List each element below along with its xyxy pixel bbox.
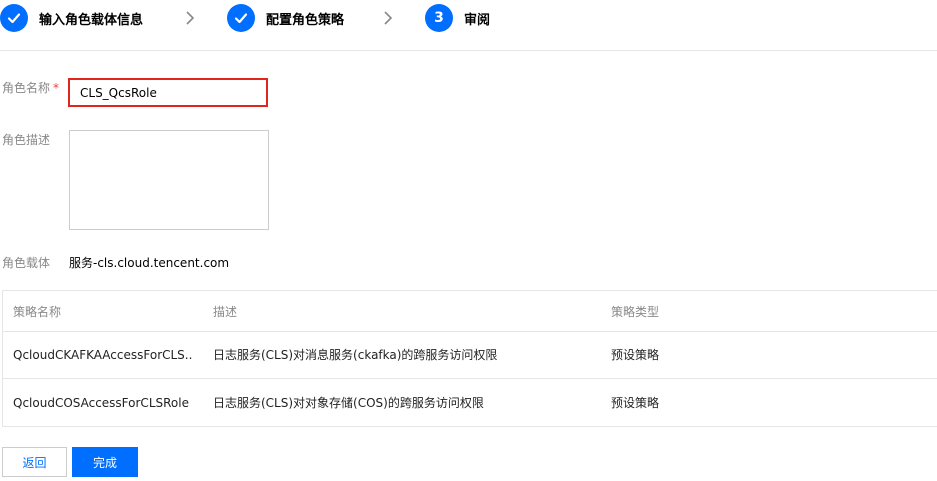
required-mark: *	[53, 81, 60, 95]
step-2-label: 配置角色策略	[266, 12, 345, 28]
role-name-value: CLS_QcsRole	[80, 85, 157, 100]
role-carrier-value: 服务-cls.cloud.tencent.com	[69, 256, 230, 270]
policy-table: 策略名称 描述 策略类型 QcloudCKAFKAAccessForCLS...…	[2, 290, 937, 427]
header-description: 描述	[213, 304, 238, 319]
role-name-label-text: 角色名称	[2, 81, 51, 95]
policy-type-cell: 预设策略	[611, 348, 660, 362]
role-carrier-label: 角色载体	[2, 256, 51, 270]
policy-description-cell: 日志服务(CLS)对消息服务(ckafka)的跨服务访问权限	[213, 348, 498, 362]
header-policy-type: 策略类型	[611, 304, 660, 319]
step-1: 输入角色载体信息	[0, 3, 143, 33]
table-row: QcloudCKAFKAAccessForCLS... 日志服务(CLS)对消息…	[3, 331, 937, 379]
step-3-label: 审阅	[464, 12, 491, 28]
step-1-check-icon	[0, 4, 28, 32]
table-header-row: 策略名称 描述 策略类型	[3, 291, 937, 332]
table-row: QcloudCOSAccessForCLSRole 日志服务(CLS)对对象存储…	[3, 379, 937, 426]
chevron-right-icon	[381, 8, 395, 28]
role-name-input[interactable]: CLS_QcsRole	[68, 78, 268, 107]
step-3-number: 3	[425, 4, 453, 32]
back-button[interactable]: 返回	[2, 447, 67, 477]
chevron-right-icon	[183, 8, 197, 28]
finish-button[interactable]: 完成	[72, 447, 138, 477]
step-1-label: 输入角色载体信息	[39, 12, 144, 28]
policy-name-cell: QcloudCKAFKAAccessForCLS...	[13, 347, 193, 362]
role-description-label: 角色描述	[2, 133, 51, 147]
step-2-check-icon	[227, 4, 255, 32]
header-policy-name: 策略名称	[13, 304, 62, 319]
role-description-textarea[interactable]	[69, 130, 269, 230]
policy-name-cell: QcloudCOSAccessForCLSRole	[13, 395, 189, 410]
step-3: 3 审阅	[425, 3, 490, 33]
steps-bar: 输入角色载体信息 配置角色策略 3 审阅	[0, 0, 937, 51]
policy-description-cell: 日志服务(CLS)对对象存储(COS)的跨服务访问权限	[213, 396, 484, 410]
role-name-label: 角色名称 *	[2, 79, 59, 96]
step-2: 配置角色策略	[227, 3, 344, 33]
policy-type-cell: 预设策略	[611, 396, 660, 410]
